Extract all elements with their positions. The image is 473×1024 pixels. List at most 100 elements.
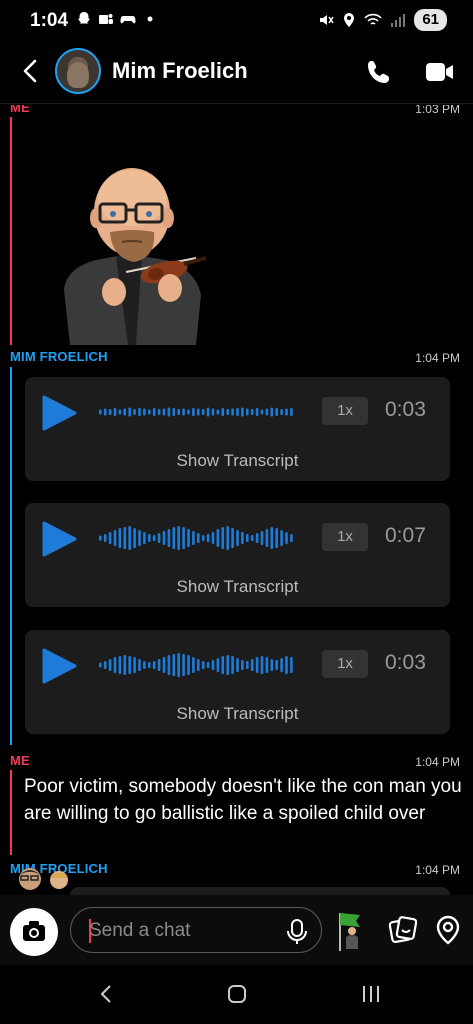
play-icon[interactable]: [41, 648, 77, 684]
waveform-bar: [128, 407, 131, 417]
waveform-bar: [211, 660, 215, 670]
waveform-bar: [123, 527, 127, 549]
chat-input[interactable]: Send a chat: [70, 907, 322, 953]
voice-note[interactable]: 1x 0:03 Show Transcript: [25, 630, 450, 734]
waveform-bar: [192, 408, 195, 416]
waveform-bar: [231, 656, 234, 674]
waveform-bar: [172, 654, 176, 676]
waveform-bar: [152, 661, 156, 669]
waveform-bar: [236, 530, 239, 546]
waveform-bar: [226, 526, 229, 550]
waveform-bar: [103, 534, 107, 542]
waveform-bar: [177, 409, 180, 415]
waveform-bar: [123, 655, 127, 675]
message-text[interactable]: Poor victim, somebody doesn't like the c…: [24, 773, 464, 827]
waveform-bar: [275, 660, 278, 670]
waveform-bar: [148, 662, 151, 668]
sender-label-me: ME: [10, 105, 30, 115]
waveform-bar: [270, 527, 274, 549]
chat-messages[interactable]: ME 1:03 PM MIM FROELICH 1:04 PM 1x 0:03 …: [0, 105, 473, 895]
show-transcript-button[interactable]: Show Transcript: [25, 451, 450, 471]
waveform-bar: [231, 408, 234, 416]
game-controller-notification-icon: [120, 16, 136, 24]
message-timestamp: 1:03 PM: [415, 105, 460, 116]
waveform-bar: [152, 535, 156, 541]
waveform-bar: [197, 408, 200, 416]
waveform-bar: [103, 408, 107, 416]
play-icon[interactable]: [41, 395, 77, 431]
message-timestamp: 1:04 PM: [415, 863, 460, 877]
waveform-bar: [206, 407, 210, 417]
waveform-bar: [290, 408, 293, 416]
play-icon[interactable]: [41, 521, 77, 557]
location-icon[interactable]: [434, 915, 462, 945]
waveform-bar: [123, 408, 127, 416]
waveform-bar: [192, 531, 195, 545]
back-arrow-icon[interactable]: [16, 56, 46, 86]
waveform-bar: [113, 657, 117, 673]
waveform-bar: [246, 534, 249, 542]
waveform-bar: [187, 529, 190, 547]
message-timestamp: 1:04 PM: [415, 755, 460, 769]
battery-level: 61: [414, 9, 447, 31]
waveform-bar: [265, 529, 269, 547]
waveform-bar: [148, 409, 151, 415]
show-transcript-button[interactable]: Show Transcript: [25, 704, 450, 724]
show-transcript-button[interactable]: Show Transcript: [25, 577, 450, 597]
microphone-icon[interactable]: [285, 918, 309, 946]
message-rail-me: [10, 770, 12, 855]
contact-name[interactable]: Mim Froelich: [112, 58, 248, 84]
waveform[interactable]: [97, 650, 293, 680]
nav-recent-apps-icon[interactable]: [360, 983, 382, 1005]
waveform-bar: [128, 656, 131, 674]
waveform-bar: [255, 408, 259, 416]
waveform-bar: [133, 657, 136, 673]
playback-speed-button[interactable]: 1x: [322, 397, 368, 425]
bitmoji-violin-sticker[interactable]: [56, 160, 208, 345]
video-icon[interactable]: [425, 60, 455, 84]
bitmoji-icon[interactable]: [336, 909, 366, 951]
voice-note[interactable]: 1x 0:03 Show Transcript: [25, 377, 450, 481]
waveform-bar: [226, 655, 229, 675]
nav-back-icon[interactable]: [96, 983, 118, 1005]
waveform-bar: [285, 656, 288, 674]
waveform-bar: [250, 659, 254, 671]
message-rail-them: [10, 367, 12, 745]
waveform-bar: [113, 408, 117, 416]
waveform[interactable]: [97, 397, 293, 427]
chat-header: Mim Froelich: [0, 40, 473, 104]
waveform-bar: [103, 661, 107, 669]
system-nav-bar: [0, 965, 473, 1024]
waveform-bar: [255, 533, 259, 543]
voice-note-duration: 0:03: [385, 398, 426, 421]
playback-speed-button[interactable]: 1x: [322, 650, 368, 678]
nav-home-icon[interactable]: [226, 983, 248, 1005]
teams-notification-icon: [99, 14, 113, 24]
waveform-bar: [152, 408, 156, 416]
dot-icon: [147, 16, 153, 22]
waveform-bar: [197, 533, 200, 543]
contact-avatar[interactable]: [55, 48, 101, 94]
waveform-bar: [128, 526, 131, 550]
waveform-bar: [246, 408, 249, 416]
waveform[interactable]: [97, 523, 293, 553]
sticker-icon[interactable]: [388, 915, 418, 945]
camera-button[interactable]: [10, 908, 58, 956]
waveform-bar: [201, 535, 205, 541]
waveform-bar: [201, 409, 205, 415]
location-status-icon: [344, 13, 355, 27]
voice-note-partial[interactable]: [70, 887, 450, 895]
voice-note[interactable]: 1x 0:07 Show Transcript: [25, 503, 450, 607]
waveform-bar: [143, 408, 146, 416]
waveform-bar: [157, 409, 161, 415]
waveform-bar: [157, 659, 161, 671]
message-timestamp: 1:04 PM: [415, 351, 460, 365]
participant-bitmoji-avatars: [18, 868, 68, 890]
waveform-bar: [270, 407, 274, 417]
waveform-bar: [250, 535, 254, 541]
waveform-bar: [187, 409, 190, 415]
playback-speed-button[interactable]: 1x: [322, 523, 368, 551]
waveform-bar: [221, 408, 225, 416]
phone-icon[interactable]: [365, 58, 393, 86]
waveform-bar: [265, 657, 269, 673]
